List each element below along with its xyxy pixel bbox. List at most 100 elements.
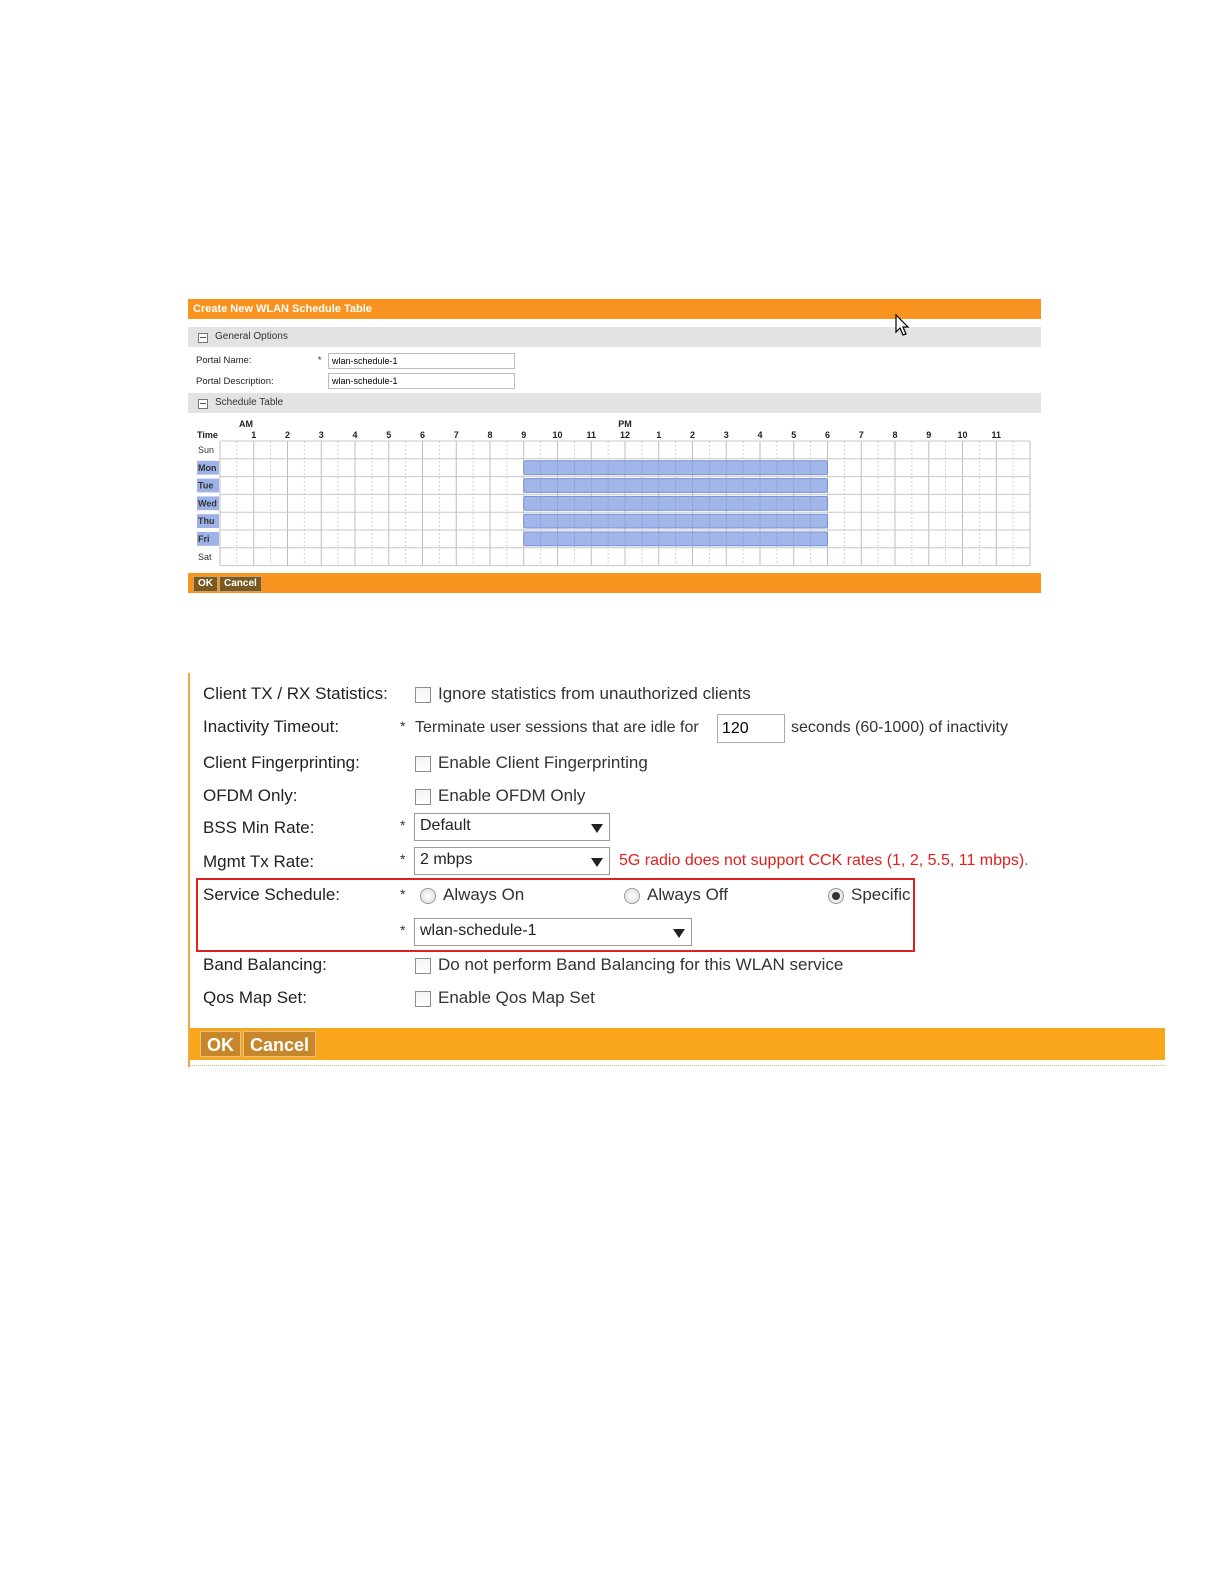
hour-label: 8: [487, 430, 492, 440]
inactivity-label: Inactivity Timeout:: [203, 717, 340, 736]
chevron-down-icon: [591, 824, 603, 833]
required-marker: *: [400, 851, 406, 867]
required-marker: *: [400, 718, 406, 734]
schedule-table-label: Schedule Table: [215, 397, 284, 408]
collapse-icon[interactable]: [198, 399, 208, 409]
qos-map-label: Qos Map Set:: [203, 988, 307, 1007]
portal-name-label: Portal Name:: [196, 355, 252, 366]
required-marker: *: [318, 355, 322, 365]
required-marker: *: [400, 886, 406, 902]
day-label-thu: Thu: [198, 516, 215, 526]
collapse-icon[interactable]: [198, 333, 208, 343]
wlan-options-form: Client TX / RX Statistics: Ignore statis…: [188, 673, 1165, 1067]
mgmt-tx-rate-warning: 5G radio does not support CCK rates (1, …: [619, 852, 1029, 869]
day-label-mon: Mon: [198, 463, 217, 473]
always-on-radio[interactable]: [420, 888, 436, 904]
schedule-select[interactable]: wlan-schedule-1: [414, 918, 692, 946]
client-stats-checkbox[interactable]: [415, 687, 431, 703]
ofdm-option: Enable OFDM Only: [438, 786, 586, 805]
pm-label: PM: [618, 419, 632, 429]
schedule-select-value: wlan-schedule-1: [420, 922, 537, 939]
service-schedule-label: Service Schedule:: [203, 885, 341, 904]
hour-label: 4: [757, 430, 762, 440]
specific-label: Specific: [851, 885, 911, 904]
hour-label: 10: [957, 430, 967, 440]
bss-min-rate-value: Default: [420, 817, 471, 834]
hour-label: 3: [724, 430, 729, 440]
mouse-cursor-icon: [895, 314, 910, 336]
hour-label: 9: [521, 430, 526, 440]
hour-label: 7: [859, 430, 864, 440]
hour-label: 1: [251, 430, 256, 440]
chevron-down-icon: [673, 929, 685, 938]
portal-description-label: Portal Description:: [196, 376, 274, 387]
dialog-title: Create New WLAN Schedule Table: [188, 299, 1041, 319]
dialog-footer: OK Cancel: [188, 573, 1041, 593]
chevron-down-icon: [591, 858, 603, 867]
am-label: AM: [239, 419, 253, 429]
fingerprinting-label: Client Fingerprinting:: [203, 753, 360, 772]
ofdm-checkbox[interactable]: [415, 789, 431, 805]
hour-label: 11: [991, 430, 1001, 440]
hour-label: 3: [319, 430, 324, 440]
required-marker: *: [400, 922, 406, 938]
client-stats-label: Client TX / RX Statistics:: [203, 684, 388, 703]
hour-label: 6: [420, 430, 425, 440]
day-label-fri: Fri: [198, 534, 210, 544]
hour-label: 10: [552, 430, 562, 440]
bss-min-rate-label: BSS Min Rate:: [203, 818, 315, 837]
hour-label: 8: [892, 430, 897, 440]
always-on-label: Always On: [443, 885, 525, 904]
general-options-label: General Options: [215, 331, 288, 342]
inactivity-text-before: Terminate user sessions that are idle fo…: [415, 719, 699, 736]
portal-name-input[interactable]: [328, 353, 515, 369]
day-label-sat: Sat: [198, 552, 212, 562]
qos-map-checkbox[interactable]: [415, 991, 431, 1007]
client-stats-option: Ignore statistics from unauthorized clie…: [438, 684, 751, 703]
hour-label: 5: [791, 430, 796, 440]
hour-label: 2: [285, 430, 290, 440]
band-balancing-option: Do not perform Band Balancing for this W…: [438, 955, 844, 974]
cancel-button: Cancel: [219, 576, 262, 592]
always-off-radio[interactable]: [624, 888, 640, 904]
day-label-wed: Wed: [198, 498, 217, 508]
inactivity-timeout-input[interactable]: [717, 714, 785, 743]
band-balancing-checkbox[interactable]: [415, 958, 431, 974]
portal-description-input[interactable]: [328, 373, 515, 389]
hour-label: 1: [656, 430, 661, 440]
mgmt-tx-rate-select[interactable]: 2 mbps: [414, 847, 610, 875]
qos-map-option: Enable Qos Map Set: [438, 988, 595, 1007]
fingerprinting-option: Enable Client Fingerprinting: [438, 753, 648, 772]
time-label: Time: [197, 430, 218, 440]
hour-label: 2: [690, 430, 695, 440]
hour-label: 5: [386, 430, 391, 440]
general-options-header[interactable]: General Options: [188, 327, 1041, 347]
band-balancing-label: Band Balancing:: [203, 955, 327, 974]
always-off-label: Always Off: [647, 885, 728, 904]
form-footer: OK Cancel: [190, 1028, 1165, 1060]
hour-label: 12: [620, 430, 630, 440]
day-label-sun: Sun: [198, 445, 214, 455]
ok-button[interactable]: OK: [193, 576, 218, 592]
hour-label: 4: [352, 430, 357, 440]
form-border: [188, 673, 190, 1067]
schedule-dialog: Create New WLAN Schedule Table General O…: [188, 299, 1041, 593]
mgmt-tx-rate-label: Mgmt Tx Rate:: [203, 852, 315, 871]
ok-button[interactable]: OK: [200, 1031, 241, 1057]
inactivity-text-after: seconds (60-1000) of inactivity: [791, 719, 1008, 736]
hour-label: 7: [454, 430, 459, 440]
schedule-table-header[interactable]: Schedule Table: [188, 393, 1041, 413]
specific-radio[interactable]: [828, 888, 844, 904]
fingerprinting-checkbox[interactable]: [415, 756, 431, 772]
footer-divider: [190, 1065, 1165, 1067]
hour-label: 11: [586, 430, 596, 440]
hour-label: 9: [926, 430, 931, 440]
bss-min-rate-select[interactable]: Default: [414, 813, 610, 841]
schedule-grid[interactable]: AM PMTime 1 2 3 4 5 6 7 8 9 10 11 12 1 2 3 4 5 6 7 8 9 10 11SunM…: [188, 414, 1041, 574]
day-label-tue: Tue: [198, 481, 213, 491]
required-marker: *: [400, 817, 406, 833]
mgmt-tx-rate-value: 2 mbps: [420, 851, 473, 868]
ofdm-label: OFDM Only:: [203, 786, 298, 805]
hour-label: 6: [825, 430, 830, 440]
cancel-button[interactable]: Cancel: [243, 1031, 317, 1057]
